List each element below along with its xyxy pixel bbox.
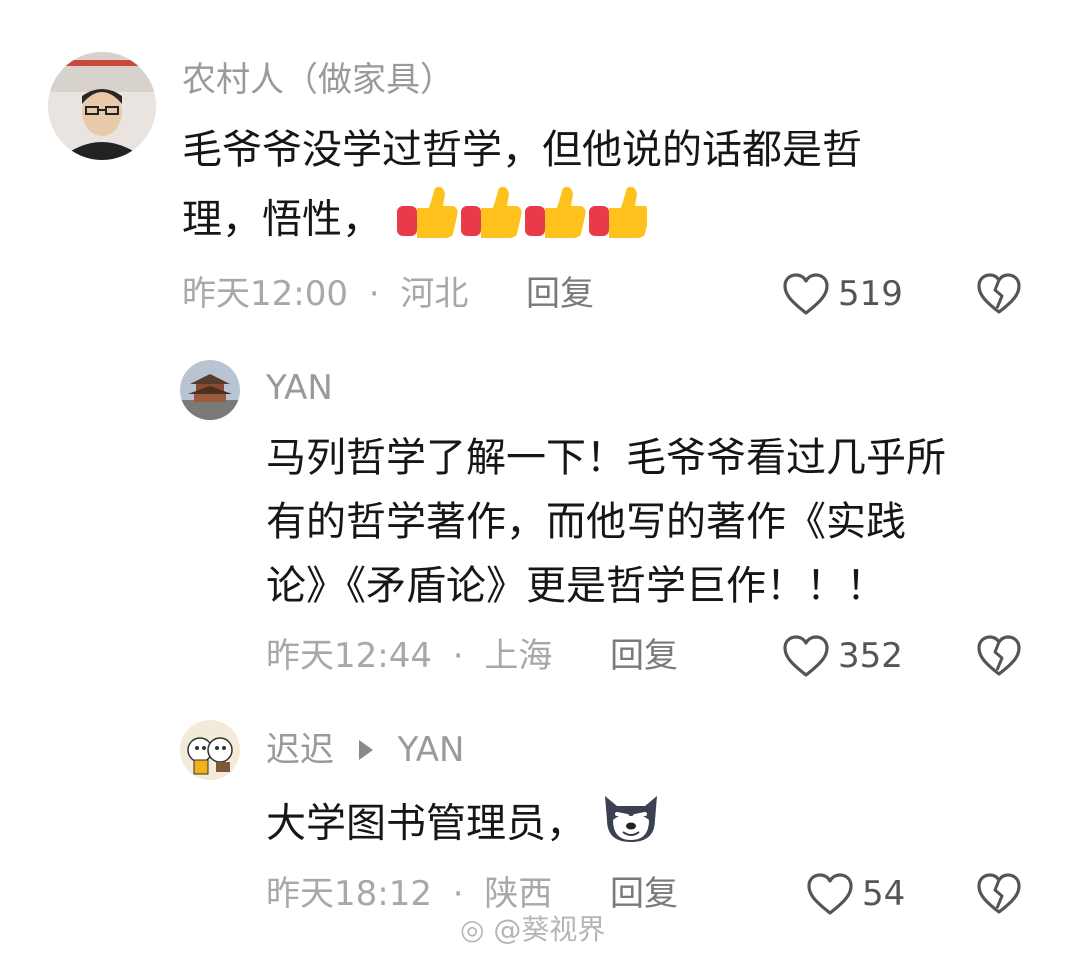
watermark: ◎ @葵视界	[460, 908, 605, 948]
like-button[interactable]: 54	[806, 872, 905, 916]
reply-to-username[interactable]: YAN	[398, 730, 465, 770]
comment-3: 迟迟 YAN 大学图书管理员， 昨天18:12 · 陕西 回复 54	[0, 0, 1080, 954]
like-count: 54	[862, 874, 906, 914]
dislike-button[interactable]	[976, 872, 1022, 920]
husky-dog-emoji-icon	[599, 786, 663, 865]
avatar[interactable]	[180, 720, 240, 780]
username[interactable]: 迟迟	[266, 730, 334, 770]
username-line: 迟迟 YAN	[266, 730, 464, 770]
reply-button[interactable]: 回复	[610, 874, 678, 914]
watermark-text: @葵视界	[493, 913, 606, 946]
comment-text-segment: 大学图书管理员，	[266, 800, 586, 847]
comment-text: 大学图书管理员，	[266, 786, 1056, 865]
weibo-icon: ◎	[460, 913, 485, 946]
reply-arrow-icon	[358, 739, 373, 760]
cartoon-avatar-icon	[180, 720, 240, 780]
heart-icon	[807, 873, 853, 915]
comment-time: 昨天18:12	[266, 874, 432, 914]
broken-heart-icon	[977, 873, 1021, 914]
